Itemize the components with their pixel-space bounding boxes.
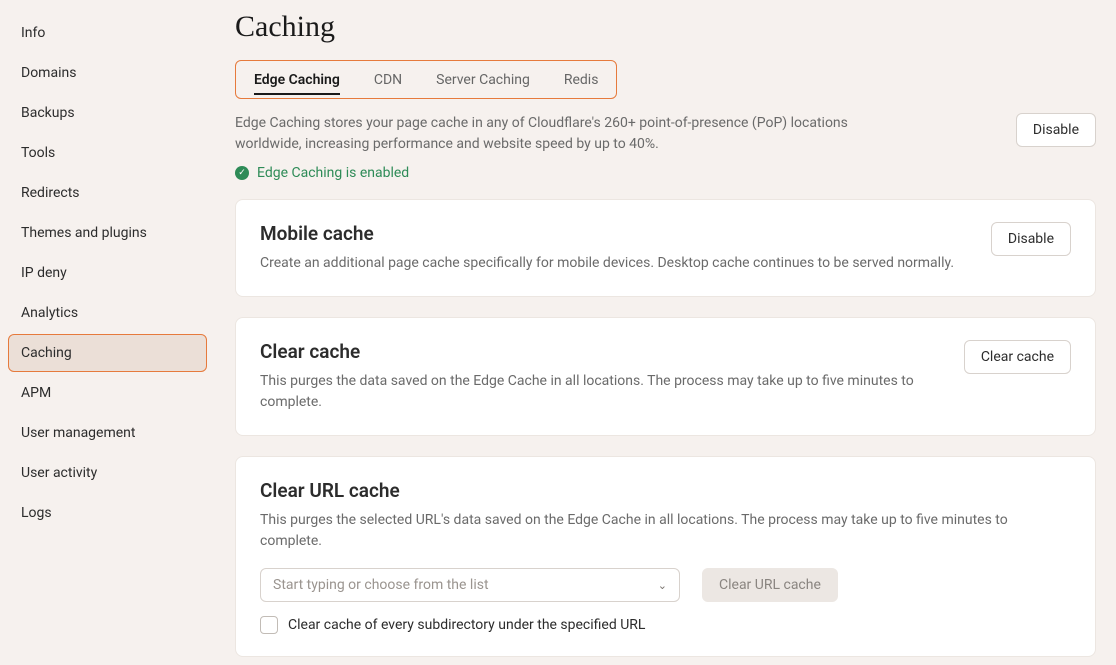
subdirectory-checkbox[interactable]	[260, 616, 278, 634]
sidebar-item-themes-plugins[interactable]: Themes and plugins	[8, 214, 207, 252]
clear-url-cache-card: Clear URL cache This purges the selected…	[235, 456, 1096, 657]
tab-redis[interactable]: Redis	[564, 68, 599, 92]
mobile-cache-description: Create an additional page cache specific…	[260, 253, 954, 274]
sidebar-item-logs[interactable]: Logs	[8, 494, 207, 532]
sidebar-item-user-management[interactable]: User management	[8, 414, 207, 452]
intro-description: Edge Caching stores your page cache in a…	[235, 113, 875, 155]
tab-server-caching[interactable]: Server Caching	[436, 68, 530, 92]
clear-url-cache-description: This purges the selected URL's data save…	[260, 510, 1071, 552]
url-select-dropdown[interactable]: Start typing or choose from the list ⌄	[260, 568, 680, 602]
sidebar-item-domains[interactable]: Domains	[8, 54, 207, 92]
check-circle-icon: ✓	[235, 166, 249, 180]
clear-cache-description: This purges the data saved on the Edge C…	[260, 371, 940, 413]
page-title: Caching	[235, 10, 1096, 44]
disable-edge-caching-button[interactable]: Disable	[1016, 113, 1096, 147]
status-line: ✓ Edge Caching is enabled	[235, 165, 1096, 181]
clear-cache-card: Clear cache This purges the data saved o…	[235, 317, 1096, 436]
clear-cache-title: Clear cache	[260, 340, 940, 363]
subdirectory-checkbox-row: Clear cache of every subdirectory under …	[260, 616, 1071, 634]
tab-bar: Edge Caching CDN Server Caching Redis	[235, 60, 617, 99]
subdirectory-checkbox-label: Clear cache of every subdirectory under …	[288, 617, 645, 633]
mobile-cache-card: Mobile cache Create an additional page c…	[235, 199, 1096, 297]
mobile-cache-title: Mobile cache	[260, 222, 954, 245]
sidebar: Info Domains Backups Tools Redirects The…	[0, 0, 215, 665]
main-content: Caching Edge Caching CDN Server Caching …	[215, 0, 1116, 665]
sidebar-item-info[interactable]: Info	[8, 14, 207, 52]
sidebar-item-analytics[interactable]: Analytics	[8, 294, 207, 332]
sidebar-item-backups[interactable]: Backups	[8, 94, 207, 132]
clear-url-cache-button[interactable]: Clear URL cache	[702, 568, 838, 602]
clear-url-cache-title: Clear URL cache	[260, 479, 1071, 502]
status-text: Edge Caching is enabled	[257, 165, 409, 181]
sidebar-item-user-activity[interactable]: User activity	[8, 454, 207, 492]
tab-edge-caching[interactable]: Edge Caching	[254, 68, 340, 92]
chevron-down-icon: ⌄	[658, 579, 667, 592]
sidebar-item-redirects[interactable]: Redirects	[8, 174, 207, 212]
intro-section: Edge Caching stores your page cache in a…	[235, 113, 1096, 155]
tab-cdn[interactable]: CDN	[374, 68, 402, 92]
url-select-placeholder: Start typing or choose from the list	[273, 577, 489, 593]
sidebar-item-ip-deny[interactable]: IP deny	[8, 254, 207, 292]
disable-mobile-cache-button[interactable]: Disable	[991, 222, 1071, 256]
sidebar-item-tools[interactable]: Tools	[8, 134, 207, 172]
sidebar-item-apm[interactable]: APM	[8, 374, 207, 412]
sidebar-item-caching[interactable]: Caching	[8, 334, 207, 372]
clear-cache-button[interactable]: Clear cache	[964, 340, 1071, 374]
